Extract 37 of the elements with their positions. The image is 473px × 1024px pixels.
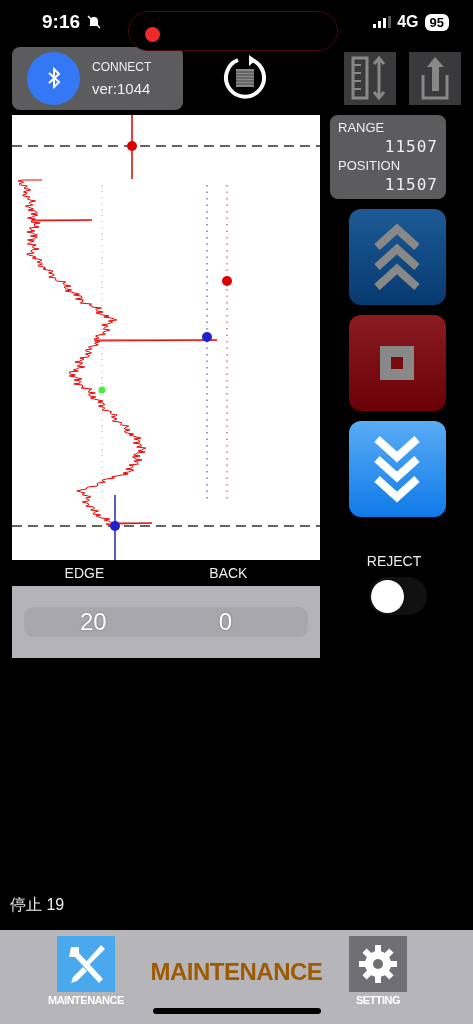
status-text: 停止 19 (9, 895, 66, 915)
readout-label: RANGE (338, 120, 386, 135)
marker-dot (98, 386, 106, 394)
picker-label: EDGE (64, 565, 105, 581)
connection-card[interactable]: CONNECT ver:1044 (12, 46, 183, 110)
reject-label: REJECT (366, 553, 422, 569)
bluetooth-icon (27, 51, 80, 105)
picker-label: BACK (209, 565, 248, 581)
clock: 9:16 (42, 11, 81, 33)
marker-dot (202, 332, 212, 342)
ruler-button[interactable] (344, 51, 396, 105)
readout-label: POSITION (338, 158, 402, 173)
refresh-icon[interactable] (221, 55, 268, 101)
bell-muted-icon (86, 14, 103, 30)
connect-label: CONNECT (92, 59, 152, 74)
down-button[interactable] (348, 421, 446, 517)
stop-button[interactable] (348, 315, 446, 411)
network-label: 4G (397, 13, 419, 31)
value-picker[interactable]: 20 0 (12, 586, 320, 658)
readout-value: 11507 (384, 137, 438, 156)
marker-dot (222, 276, 232, 286)
stop-icon (380, 346, 414, 380)
picker-value: 20 (80, 608, 107, 636)
crosshair-marker[interactable] (110, 494, 120, 560)
export-button[interactable] (409, 51, 461, 105)
battery-level: 95 (424, 13, 449, 31)
version-label: ver:1044 (92, 79, 152, 97)
triple-chevron-up-icon (372, 221, 422, 293)
picker-value: 0 (218, 608, 232, 636)
readout-value: 11507 (384, 175, 438, 194)
signal-icon (373, 16, 392, 28)
up-button[interactable] (348, 209, 446, 305)
screen-title: MAINTENANCE (150, 958, 323, 986)
triple-chevron-down-icon (372, 433, 422, 505)
gear-icon (356, 942, 400, 986)
reject-toggle[interactable] (369, 577, 427, 615)
crosshair-marker[interactable] (127, 115, 137, 180)
